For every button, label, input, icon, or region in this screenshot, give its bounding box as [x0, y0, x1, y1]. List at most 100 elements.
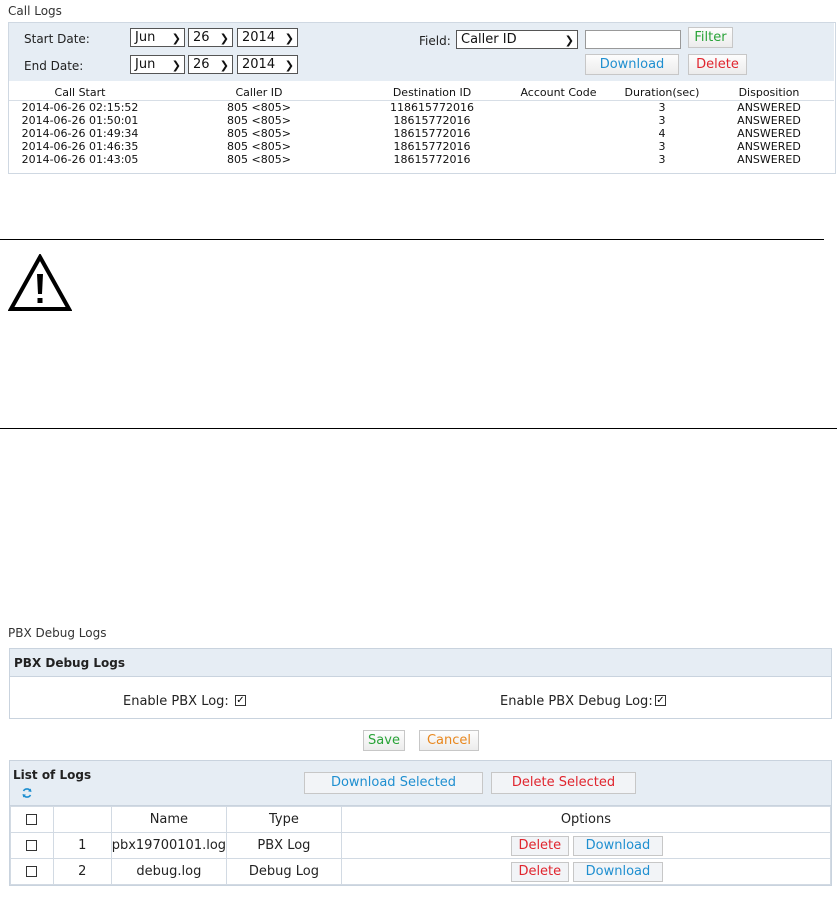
column-header-type: Type — [226, 806, 342, 833]
delete-selected-button[interactable]: Delete Selected — [491, 772, 636, 794]
disposition-cell: ANSWERED — [737, 153, 801, 166]
end-day-value: 26 — [193, 57, 210, 72]
start-month-select[interactable]: Jun ❯ — [130, 28, 185, 47]
end-month-value: Jun — [135, 57, 156, 72]
caller-id-cell: 805 <805> — [227, 114, 291, 127]
log-type-cell: Debug Log — [226, 858, 342, 885]
pbx-debug-page-title: PBX Debug Logs — [8, 626, 107, 640]
table-row[interactable]: 2014-06-26 01:50:01 805 <805> 1861577201… — [9, 114, 834, 127]
column-header-call-start: Call Start — [9, 84, 151, 101]
duration-cell: 3 — [658, 101, 666, 114]
destination-id-cell: 18615772016 — [393, 153, 471, 166]
chevron-down-icon: ❯ — [284, 59, 294, 72]
options-cell: Delete Download — [340, 832, 832, 859]
table-row[interactable]: 2 debug.log Debug Log Delete Download — [10, 858, 832, 885]
field-label: Field: — [419, 34, 451, 48]
enable-pbx-log-label: Enable PBX Log: — [123, 694, 229, 709]
start-month-value: Jun — [135, 30, 156, 45]
start-year-select[interactable]: 2014 ❯ — [237, 28, 298, 47]
logs-table-header-row: Name Type Options — [10, 806, 832, 833]
disposition-cell: ANSWERED — [737, 127, 801, 140]
list-of-logs-title: List of Logs — [13, 768, 92, 782]
pbx-debug-panel-header — [10, 649, 831, 677]
call-start-cell: 2014-06-26 01:50:01 — [21, 114, 139, 127]
table-row[interactable]: 2014-06-26 01:46:35 805 <805> 1861577201… — [9, 140, 834, 153]
start-date-label: Start Date: — [24, 32, 90, 46]
download-button[interactable]: Download — [585, 54, 679, 75]
call-start-cell: 2014-06-26 02:15:52 — [21, 101, 139, 114]
duration-cell: 3 — [658, 140, 666, 153]
download-selected-button[interactable]: Download Selected — [304, 772, 483, 794]
pbx-debug-section-title: PBX Debug Logs — [14, 656, 125, 670]
warning-triangle-icon — [7, 252, 73, 312]
select-all-checkbox[interactable] — [26, 814, 38, 825]
row-download-button[interactable]: Download — [572, 861, 663, 882]
warning-top-rule — [0, 239, 824, 240]
call-start-cell: 2014-06-26 01:43:05 — [21, 153, 139, 166]
end-year-value: 2014 — [242, 57, 276, 72]
start-day-select[interactable]: 26 ❯ — [188, 28, 233, 47]
column-header-duration: Duration(sec) — [620, 84, 704, 101]
end-day-select[interactable]: 26 ❯ — [188, 55, 233, 74]
caller-id-cell: 805 <805> — [227, 127, 291, 140]
filter-button[interactable]: Filter — [688, 27, 733, 48]
column-header-destination-id: Destination ID — [367, 84, 497, 101]
warning-bottom-rule — [0, 428, 837, 429]
chevron-down-icon: ❯ — [171, 32, 181, 45]
row-download-button[interactable]: Download — [572, 835, 663, 856]
enable-debug-log-checkbox[interactable]: ✓ — [655, 695, 666, 706]
log-name-cell: debug.log — [110, 858, 228, 885]
row-delete-button[interactable]: Delete — [510, 861, 569, 882]
destination-id-cell: 18615772016 — [393, 127, 471, 140]
row-delete-button[interactable]: Delete — [510, 835, 569, 856]
chevron-down-icon: ❯ — [219, 59, 229, 72]
row-index: 2 — [52, 858, 112, 885]
call-logs-title: Call Logs — [8, 4, 62, 18]
start-year-value: 2014 — [242, 30, 276, 45]
destination-id-cell: 18615772016 — [393, 114, 471, 127]
row-checkbox[interactable] — [26, 840, 38, 851]
table-row[interactable]: 1 pbx19700101.log PBX Log Delete Downloa… — [10, 832, 832, 859]
cancel-button[interactable]: Cancel — [419, 730, 479, 751]
start-day-value: 26 — [193, 30, 210, 45]
column-header-name: Name — [110, 806, 228, 833]
column-header-caller-id: Caller ID — [151, 84, 367, 101]
duration-cell: 3 — [658, 114, 666, 127]
account-code-cell — [497, 140, 620, 153]
caller-id-cell: 805 <805> — [227, 101, 291, 114]
refresh-icon[interactable] — [21, 787, 33, 799]
delete-button[interactable]: Delete — [688, 54, 747, 75]
disposition-cell: ANSWERED — [737, 114, 801, 127]
log-type-cell: PBX Log — [226, 832, 342, 859]
end-year-select[interactable]: 2014 ❯ — [237, 55, 298, 74]
enable-debug-log-label: Enable PBX Debug Log: — [500, 694, 653, 709]
account-code-cell — [497, 127, 620, 140]
filter-text-input[interactable] — [585, 30, 681, 49]
table-row[interactable]: 2014-06-26 01:43:05 805 <805> 1861577201… — [9, 153, 834, 166]
account-code-cell — [497, 101, 620, 115]
call-logs-table: Call Start Caller ID Destination ID Acco… — [9, 84, 834, 166]
log-name-cell: pbx19700101.log — [110, 832, 228, 859]
table-row[interactable]: 2014-06-26 02:15:52 805 <805> 1186157720… — [9, 101, 834, 115]
call-start-cell: 2014-06-26 01:49:34 — [21, 127, 139, 140]
account-code-cell — [497, 153, 620, 166]
disposition-cell: ANSWERED — [737, 140, 801, 153]
chevron-down-icon: ❯ — [219, 32, 229, 45]
caller-id-cell: 805 <805> — [227, 153, 291, 166]
options-cell: Delete Download — [340, 858, 832, 885]
chevron-down-icon: ❯ — [284, 32, 294, 45]
logs-table: Name Type Options 1 pbx19700101.log PBX … — [10, 806, 832, 885]
enable-pbx-log-checkbox[interactable]: ✓ — [235, 695, 246, 706]
end-date-label: End Date: — [24, 59, 84, 73]
save-button[interactable]: Save — [363, 730, 405, 751]
row-checkbox[interactable] — [26, 866, 38, 877]
duration-cell: 4 — [658, 127, 666, 140]
end-month-select[interactable]: Jun ❯ — [130, 55, 185, 74]
account-code-cell — [497, 114, 620, 127]
duration-cell: 3 — [658, 153, 666, 166]
chevron-down-icon: ❯ — [564, 34, 574, 47]
field-select-value: Caller ID — [461, 32, 517, 47]
table-row[interactable]: 2014-06-26 01:49:34 805 <805> 1861577201… — [9, 127, 834, 140]
field-select[interactable]: Caller ID ❯ — [456, 30, 578, 49]
column-header-options: Options — [340, 806, 832, 833]
